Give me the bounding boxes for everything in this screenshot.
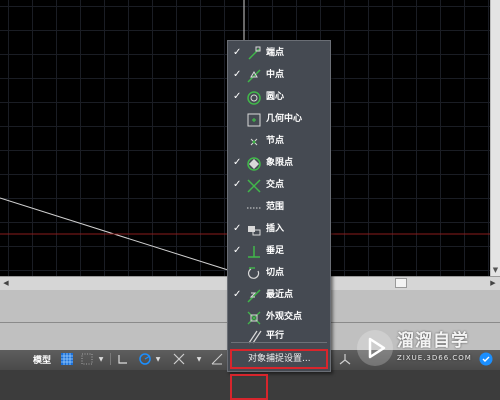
snap-item-node[interactable]: 节点	[228, 132, 330, 152]
check-icon: ✓	[233, 245, 242, 256]
snap-item-label: 外观交点	[266, 312, 303, 322]
object-snap-settings-item[interactable]: 对象捕捉设置...	[230, 349, 328, 369]
quadrant-icon	[245, 155, 263, 173]
snap-item-label: 节点	[266, 136, 285, 146]
snap-item-endpoint[interactable]: ✓ 端点	[228, 44, 330, 64]
snap-item-intersection[interactable]: ✓ 交点	[228, 176, 330, 196]
watermark-logo-icon	[357, 330, 393, 366]
check-icon: ✓	[233, 223, 242, 234]
snap-item-label: 端点	[266, 48, 285, 58]
watermark-name: 溜溜自学	[397, 331, 469, 351]
model-tab[interactable]: 模型	[30, 352, 54, 366]
snap-item-perpendicular[interactable]: ✓ 垂足	[228, 242, 330, 262]
scroll-down-arrow-icon[interactable]: ▼	[492, 266, 499, 274]
snap-item-label: 插入	[266, 224, 285, 234]
scroll-left-arrow-icon[interactable]: ◀	[1, 278, 11, 288]
snap-item-extension[interactable]: 范围	[228, 198, 330, 218]
snap-item-label: 交点	[266, 180, 285, 190]
separator	[110, 353, 111, 365]
perpendicular-icon	[245, 243, 263, 261]
snap-item-label: 平行	[266, 331, 285, 341]
snap-item-label: 几何中心	[266, 114, 303, 124]
ortho-icon[interactable]	[116, 352, 130, 366]
geometric-center-icon	[245, 111, 263, 129]
fullscreen-icon[interactable]	[478, 352, 494, 366]
check-icon: ✓	[233, 289, 242, 300]
check-icon: ✓	[233, 157, 242, 168]
snap-item-quadrant[interactable]: ✓ 象限点	[228, 154, 330, 174]
nearest-icon	[245, 287, 263, 305]
osnap-tracking-icon[interactable]	[172, 352, 186, 366]
snap-item-label: 范围	[266, 202, 285, 212]
vertical-scrollbar[interactable]: ▼	[490, 0, 500, 276]
node-icon	[245, 133, 263, 151]
menu-separator	[231, 342, 327, 343]
isodraft-icon[interactable]	[210, 352, 224, 366]
horizontal-scroll-thumb[interactable]	[395, 278, 407, 288]
osnap-tracking-dropdown[interactable]: ▼	[196, 352, 202, 366]
snap-item-label: 圆心	[266, 92, 285, 102]
snap-item-label: 垂足	[266, 246, 285, 256]
grid-icon[interactable]	[60, 352, 74, 366]
snap-item-tangent[interactable]: 切点	[228, 264, 330, 284]
autoscale-icon[interactable]	[338, 352, 352, 366]
watermark: 溜溜自学 ZIXUE.3D66.COM	[357, 330, 475, 372]
object-snap-highlight	[230, 374, 268, 400]
check-icon: ✓	[233, 47, 242, 58]
tangent-icon	[245, 265, 263, 283]
check-icon: ✓	[233, 179, 242, 190]
object-snap-menu: ✓ 端点 ✓ 中点 ✓ 圆心 几何中心 节点 ✓ 象限点 ✓ 交点 范围 ✓ 插…	[227, 40, 331, 372]
center-icon	[245, 89, 263, 107]
snap-item-label: 切点	[266, 268, 285, 278]
check-icon: ✓	[233, 91, 242, 102]
snap-item-center[interactable]: ✓ 圆心	[228, 88, 330, 108]
polar-icon[interactable]	[138, 352, 152, 366]
snap-item-geometric-center[interactable]: 几何中心	[228, 110, 330, 130]
polar-dropdown[interactable]: ▼	[155, 352, 161, 366]
snap-item-label: 中点	[266, 70, 285, 80]
watermark-url: ZIXUE.3D66.COM	[397, 354, 472, 362]
snap-item-insertion[interactable]: ✓ 插入	[228, 220, 330, 240]
check-icon: ✓	[233, 69, 242, 80]
snap-mode-dropdown[interactable]: ▼	[98, 352, 104, 366]
snap-item-nearest[interactable]: ✓ 最近点	[228, 286, 330, 306]
midpoint-icon	[245, 67, 263, 85]
extension-icon	[245, 199, 263, 217]
apparent-intersection-icon	[245, 309, 263, 327]
snap-item-parallel[interactable]: 平行	[228, 327, 330, 347]
object-snap-settings-label: 对象捕捉设置...	[248, 354, 311, 364]
scroll-right-arrow-icon[interactable]: ▶	[488, 278, 498, 288]
endpoint-icon	[245, 45, 263, 63]
snap-item-label: 象限点	[266, 158, 294, 168]
parallel-icon	[245, 328, 263, 346]
insertion-icon	[245, 221, 263, 239]
snap-item-midpoint[interactable]: ✓ 中点	[228, 66, 330, 86]
snap-item-apparent-intersection[interactable]: 外观交点	[228, 308, 330, 328]
snap-mode-icon[interactable]	[80, 352, 94, 366]
intersection-icon	[245, 177, 263, 195]
snap-item-label: 最近点	[266, 290, 294, 300]
